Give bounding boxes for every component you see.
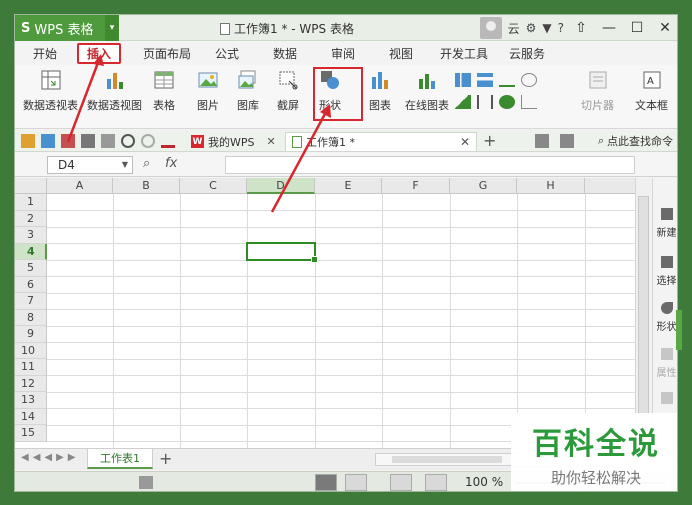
arrow-to-shape-button: [270, 104, 331, 213]
arrow-to-insert-tab: [66, 54, 104, 143]
annotation-arrows: [66, 54, 331, 213]
